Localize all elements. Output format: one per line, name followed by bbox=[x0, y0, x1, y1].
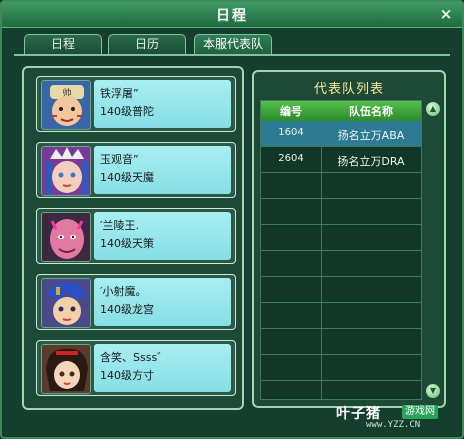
tab-divider bbox=[14, 54, 450, 56]
row-name: 扬名立万DRA bbox=[337, 155, 405, 168]
member-info: ′兰陵王. 140级天策 bbox=[94, 212, 231, 260]
member-name: 玉观音” bbox=[100, 153, 139, 166]
table-row-empty bbox=[261, 303, 421, 329]
team-list-title: 代表队列表 bbox=[313, 82, 384, 97]
member-card[interactable]: ′小射魔。 140级龙宫 bbox=[36, 274, 236, 330]
header-id: 编号 bbox=[280, 105, 302, 118]
demon-girl-portrait-icon bbox=[41, 146, 91, 196]
girl-portrait-icon bbox=[41, 344, 91, 394]
close-icon[interactable]: × bbox=[438, 6, 454, 22]
table-row-empty bbox=[261, 329, 421, 355]
row-id: 2604 bbox=[278, 153, 304, 164]
watermark-badge: 游戏网 bbox=[402, 405, 438, 419]
member-level: 140级龙宫 bbox=[100, 303, 154, 316]
title-bar[interactable]: 日程 × bbox=[2, 2, 462, 28]
member-level: 140级天策 bbox=[100, 237, 154, 250]
header-name: 队伍名称 bbox=[349, 105, 393, 118]
member-level: 140级普陀 bbox=[100, 105, 154, 118]
member-name: 铁浮屠” bbox=[100, 87, 139, 100]
table-row-empty bbox=[261, 225, 421, 251]
row-id: 1604 bbox=[278, 127, 304, 138]
member-info: ′小射魔。 140级龙宫 bbox=[94, 278, 231, 326]
pink-demon-portrait-icon bbox=[41, 212, 91, 262]
member-name: ′兰陵王. bbox=[100, 219, 139, 232]
member-card[interactable]: 含笑、Ssss゛ 140级方寸 bbox=[36, 340, 236, 396]
table-row-empty bbox=[261, 355, 421, 381]
table-row[interactable]: 2604 扬名立万DRA bbox=[261, 147, 421, 173]
table-header: 编号 队伍名称 bbox=[261, 101, 421, 121]
row-name: 扬名立万ABA bbox=[337, 129, 405, 142]
table-row-empty bbox=[261, 251, 421, 277]
member-level: 140级天魔 bbox=[100, 171, 154, 184]
watermark-logo: 叶子猪 游戏网 www.YZZ.CN bbox=[336, 403, 454, 433]
table-row[interactable]: 1604 扬名立万ABA bbox=[261, 121, 421, 147]
team-list-panel: 代表队列表 编号 队伍名称 1604 扬名立万ABA 2604 扬名立万DRA bbox=[252, 70, 446, 408]
window-title: 日程 bbox=[216, 8, 248, 24]
scroll-up-icon[interactable]: ▲ bbox=[426, 102, 440, 116]
member-card[interactable]: 帅 铁浮屠” 140级普陀 bbox=[36, 76, 236, 132]
table-row-empty bbox=[261, 277, 421, 303]
scroll-down-icon[interactable]: ▼ bbox=[426, 384, 440, 398]
watermark-url: www.YZZ.CN bbox=[366, 420, 421, 430]
table-row-empty bbox=[261, 173, 421, 199]
member-card[interactable]: 玉观音” 140级天魔 bbox=[36, 142, 236, 198]
member-card[interactable]: ′兰陵王. 140级天策 bbox=[36, 208, 236, 264]
dragon-boy-portrait-icon bbox=[41, 278, 91, 328]
tab-schedule[interactable]: 日程 bbox=[24, 34, 102, 54]
member-info: 铁浮屠” 140级普陀 bbox=[94, 80, 231, 128]
member-info: 玉观音” 140级天魔 bbox=[94, 146, 231, 194]
table-row-empty bbox=[261, 199, 421, 225]
warrior-portrait-icon: 帅 bbox=[41, 80, 91, 130]
member-level: 140级方寸 bbox=[100, 369, 154, 382]
member-name: 含笑、Ssss゛ bbox=[100, 351, 169, 364]
member-info: 含笑、Ssss゛ 140级方寸 bbox=[94, 344, 231, 392]
tab-server-team[interactable]: 本服代表队 bbox=[194, 34, 272, 54]
member-name: ′小射魔。 bbox=[100, 285, 147, 298]
tab-calendar[interactable]: 日历 bbox=[108, 34, 186, 54]
team-table: 编号 队伍名称 1604 扬名立万ABA 2604 扬名立万DRA bbox=[260, 100, 422, 400]
schedule-window: 日程 × 日程 日历 本服代表队 帅 铁浮屠” 140级普陀 玉观音” 140级… bbox=[0, 0, 464, 439]
members-panel: 帅 铁浮屠” 140级普陀 玉观音” 140级天魔 ′兰陵王. 140级天策 ′… bbox=[22, 66, 244, 410]
